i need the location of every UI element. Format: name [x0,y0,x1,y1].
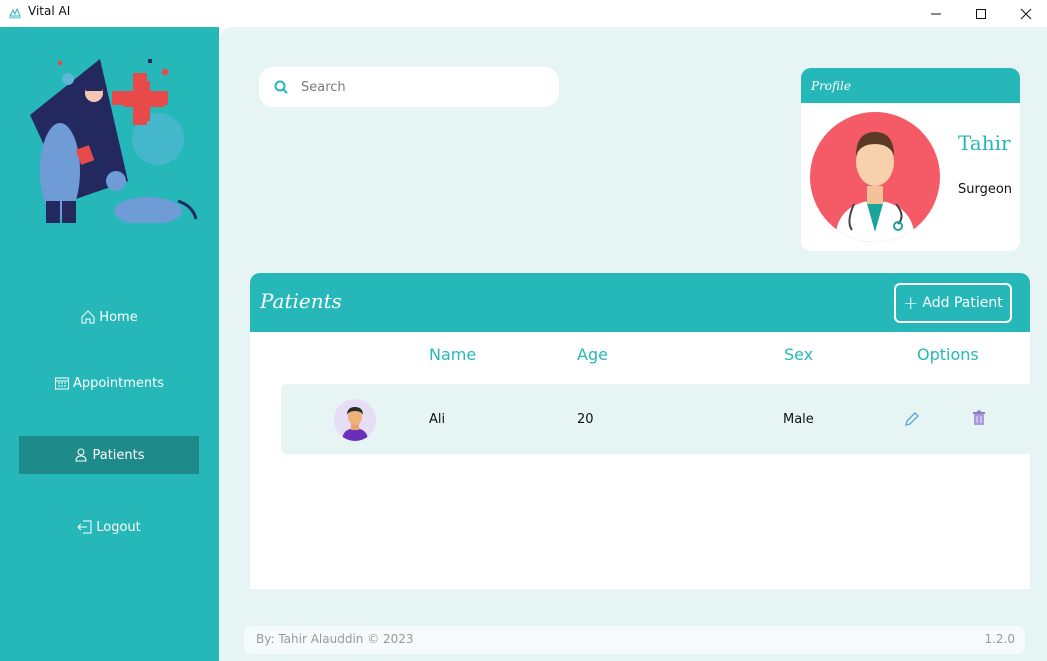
sidebar-item-label: Home [99,309,138,325]
search-bar [259,67,559,107]
sidebar-item-label: Appointments [72,375,165,391]
minimize-icon [931,13,941,14]
calendar-icon [54,377,69,390]
edit-icon[interactable] [903,410,921,428]
sidebar-item-appointments[interactable]: Appointments [19,364,199,402]
patients-title: Patients [260,289,342,313]
footer: By: Tahir Alauddin © 2023 1.2.0 [244,626,1025,654]
column-header-options: Options [917,345,979,364]
sidebar-item-patients[interactable]: Patients [19,436,199,474]
patient-name: Ali [429,412,446,427]
patient-avatar [334,399,376,441]
app-logo-icon [9,7,21,19]
maximize-icon [976,8,986,19]
search-input[interactable] [301,79,541,95]
patient-sex: Male [783,412,814,427]
version-label: 1.2.0 [984,632,1015,646]
maximize-button[interactable] [958,0,1004,27]
patient-age: 20 [577,412,594,427]
footer-credit: By: Tahir Alauddin © 2023 [256,632,414,646]
doctor-avatar [810,112,940,242]
sidebar-item-home[interactable]: Home [19,298,199,336]
home-icon [81,310,95,324]
logout-icon [77,520,92,534]
profile-role: Surgeon [958,182,1013,197]
main-content: Profile Tahir Surgeon Patients + Add Pat… [219,27,1047,661]
column-header-age: Age [577,345,608,364]
column-header-name: Name [429,345,477,364]
plus-icon: + [903,292,919,314]
close-icon [1020,8,1032,19]
sidebar-item-logout[interactable]: Logout [19,508,199,546]
window-title: Vital AI [28,4,71,18]
add-patient-label: Add Patient [922,295,1003,311]
column-header-sex: Sex [784,345,814,364]
patients-panel: Patients + Add Patient Name Age Sex Opti… [250,273,1030,589]
trash-icon[interactable] [971,410,987,426]
table-row[interactable]: Ali 20 Male [281,384,1030,454]
search-icon [274,80,288,94]
profile-name: Tahir [958,131,1011,155]
profile-heading: Profile [801,68,1020,103]
sidebar-item-label: Logout [96,519,141,535]
sidebar: Home Appointments Patients Logout [0,27,219,661]
patient-icon [75,448,87,462]
add-patient-button[interactable]: + Add Patient [894,283,1012,323]
patients-header: Patients + Add Patient [250,273,1030,332]
doctor-dog-illustration [30,59,198,223]
sidebar-item-label: Patients [92,447,145,463]
minimize-button[interactable] [913,0,959,27]
title-bar: Vital AI [0,0,1047,27]
profile-card: Profile Tahir Surgeon [801,68,1020,251]
close-button[interactable] [1003,0,1047,27]
